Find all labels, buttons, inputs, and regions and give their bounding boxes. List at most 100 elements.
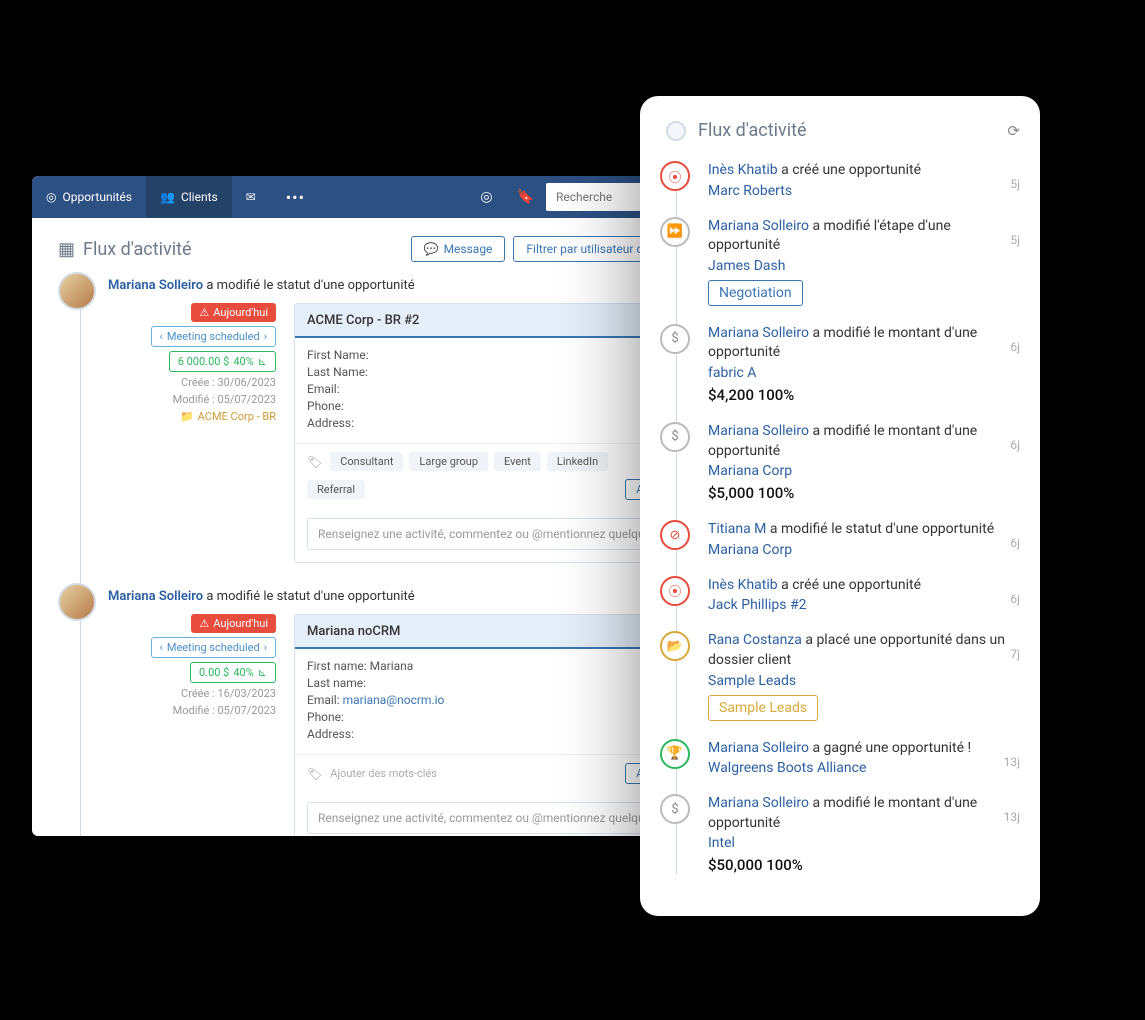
field-row: Phone:: [307, 710, 693, 724]
action-text: a créé une opportunité: [781, 577, 921, 593]
user-link[interactable]: Inès Khatib: [708, 577, 778, 593]
user-link[interactable]: Mariana Solleiro: [708, 218, 809, 234]
panel-item: 🏆Mariana Solleiro a gagné une opportunit…: [708, 739, 1020, 777]
modified-date: Modifié : 05/07/2023: [173, 393, 276, 406]
time-ago: 13j: [1004, 810, 1020, 824]
modified-date: Modifié : 05/07/2023: [173, 704, 276, 717]
bookmark-icon[interactable]: 🔖: [505, 189, 546, 205]
panel-item-text: Mariana Solleiro a modifié l'étape d'une…: [708, 217, 1020, 256]
timeline: Mariana Solleiro a modifié le statut d'u…: [58, 278, 706, 836]
target-icon: ⦿: [660, 576, 690, 606]
created-date: Créée : 30/06/2023: [181, 376, 276, 389]
user-link[interactable]: Mariana Solleiro: [708, 325, 809, 341]
time-ago: 6j: [1010, 592, 1020, 606]
user-link[interactable]: Mariana Solleiro: [108, 589, 203, 604]
chart-icon: ⊾: [258, 666, 267, 679]
chat-icon: 💬: [424, 242, 439, 256]
amount-badge: 0.00 $ 40% ⊾: [190, 662, 276, 683]
chevron-left-icon: ‹: [160, 330, 163, 343]
panel-item: 📂Rana Costanza a placé une opportunité d…: [708, 631, 1020, 720]
tab-opportunities[interactable]: ◎ Opportunités: [32, 176, 146, 218]
user-link[interactable]: Mariana Solleiro: [708, 423, 809, 439]
step-badge[interactable]: ‹Meeting scheduled›: [151, 326, 276, 347]
tag[interactable]: Consultant: [330, 452, 403, 471]
tab-mail[interactable]: ✉: [232, 176, 270, 218]
comment-input[interactable]: Renseignez une activité, commentez ou @m…: [307, 518, 693, 550]
tag-placeholder[interactable]: Ajouter des mots-clés: [330, 767, 437, 780]
tab-more[interactable]: •••: [270, 188, 321, 207]
user-link[interactable]: Mariana Solleiro: [708, 740, 809, 756]
email-link[interactable]: mariana@nocrm.io: [343, 693, 445, 707]
amount-text: $4,200 100%: [708, 386, 1020, 404]
chevron-right-icon: ›: [264, 641, 267, 654]
tag[interactable]: LinkedIn: [547, 452, 608, 471]
today-badge: ⚠Aujourd'hui: [191, 614, 276, 633]
panel-timeline: ⦿ Inès Khatib a créé une opportunité Marc …: [660, 161, 1020, 874]
folder-icon: 📂: [660, 631, 690, 661]
opportunity-link[interactable]: fabric A: [708, 365, 1020, 381]
user-link[interactable]: Titiana M: [708, 521, 766, 537]
avatar[interactable]: [58, 272, 96, 310]
time-ago: 5j: [1010, 233, 1020, 247]
amount-text: $50,000 100%: [708, 856, 1020, 874]
opportunity-link[interactable]: Mariana Corp: [708, 542, 1020, 558]
user-link[interactable]: Rana Costanza: [708, 632, 802, 648]
created-date: Créée : 16/03/2023: [181, 687, 276, 700]
activity-entry: Mariana Solleiro a modifié le statut d'u…: [108, 278, 706, 563]
opportunity-link[interactable]: Sample Leads: [708, 673, 1020, 689]
opportunity-link[interactable]: Mariana Corp: [708, 463, 1020, 479]
user-link[interactable]: Mariana Solleiro: [108, 278, 203, 293]
target-icon: ◎: [46, 190, 56, 204]
opportunity-link[interactable]: Jack Phillips #2: [708, 597, 1020, 613]
panel-item-text: Mariana Solleiro a gagné une opportunité…: [708, 739, 1020, 759]
tag[interactable]: Referral: [307, 480, 365, 499]
panel-item: $Mariana Solleiro a modifié le montant d…: [708, 794, 1020, 874]
time-ago: 6j: [1010, 340, 1020, 354]
target-nav-icon[interactable]: ◎: [468, 189, 504, 205]
folder-link[interactable]: 📁ACME Corp - BR: [180, 410, 276, 423]
time-ago: 6j: [1010, 536, 1020, 550]
trophy-icon: 🏆: [660, 739, 690, 769]
panel-item-text: Mariana Solleiro a modifié le montant d'…: [708, 422, 1020, 461]
dollar-icon: $: [660, 324, 690, 354]
panel-item-text: Inès Khatib a créé une opportunité: [708, 161, 1020, 181]
amount-badge: 6 000.00 $ 40% ⊾: [169, 351, 276, 372]
field-row: First name: Mariana: [307, 659, 693, 673]
tab-clients[interactable]: 👥 Clients: [146, 176, 232, 218]
user-link[interactable]: Mariana Solleiro: [708, 795, 809, 811]
field-row: Address:: [307, 416, 693, 430]
refresh-icon[interactable]: ⟳: [1007, 122, 1020, 140]
status-badge: Sample Leads: [708, 695, 818, 721]
main-window: ◎ Opportunités 👥 Clients ✉ ••• ◎ 🔖 ▦ Flu…: [32, 176, 732, 836]
people-icon: 👥: [160, 190, 175, 204]
time-ago: 6j: [1010, 438, 1020, 452]
panel-item-text: Inès Khatib a créé une opportunité: [708, 576, 1020, 596]
field-row: Address:: [307, 727, 693, 741]
panel-header: Flux d'activité ⟳: [660, 120, 1020, 141]
warning-icon: ⚠: [199, 306, 209, 319]
page-title: ▦ Flux d'activité: [58, 239, 403, 260]
field-row: First Name:: [307, 348, 693, 362]
target-icon: ⦿: [660, 161, 690, 191]
field-row: Email:: [307, 382, 693, 396]
activity-entry: Mariana Solleiro a modifié le statut d'u…: [108, 589, 706, 836]
tag[interactable]: Event: [494, 452, 541, 471]
card-title: ACME Corp - BR #2: [307, 313, 419, 328]
opportunity-link[interactable]: Marc Roberts: [708, 183, 1020, 199]
panel-item: ⦿Inès Khatib a créé une opportunitéMarc …: [708, 161, 1020, 199]
time-ago: 7j: [1010, 647, 1020, 661]
chevron-right-icon: ›: [264, 330, 267, 343]
message-button[interactable]: 💬 Message: [411, 236, 506, 262]
opportunity-link[interactable]: James Dash: [708, 258, 1020, 274]
comment-input[interactable]: Renseignez une activité, commentez ou @m…: [307, 802, 693, 834]
folder-icon: 📁: [180, 410, 194, 423]
opportunity-link[interactable]: Walgreens Boots Alliance: [708, 760, 1020, 776]
field-row: Phone:: [307, 399, 693, 413]
user-link[interactable]: Inès Khatib: [708, 162, 778, 178]
tab-label: Clients: [181, 190, 218, 204]
opportunity-link[interactable]: Intel: [708, 835, 1020, 851]
step-badge[interactable]: ‹Meeting scheduled›: [151, 637, 276, 658]
avatar[interactable]: [58, 583, 96, 621]
tag[interactable]: Large group: [409, 452, 488, 471]
panel-item: $Mariana Solleiro a modifié le montant d…: [708, 422, 1020, 502]
